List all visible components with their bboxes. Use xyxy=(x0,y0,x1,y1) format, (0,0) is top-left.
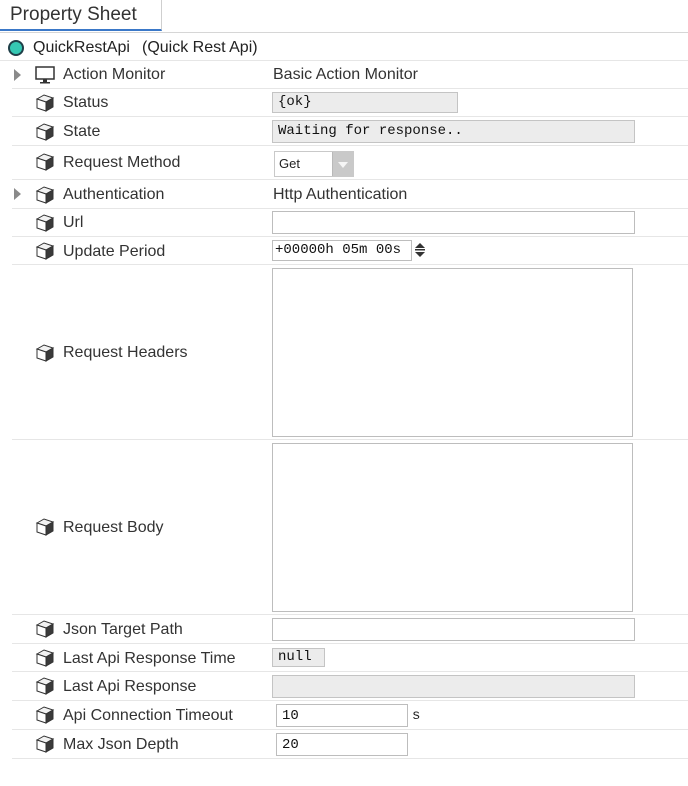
slot-cube-icon xyxy=(36,649,54,667)
time-spinner-icon[interactable] xyxy=(414,242,426,258)
property-row-request-method: Request Method Get xyxy=(12,146,688,180)
action-monitor-value: Basic Action Monitor xyxy=(273,66,418,83)
slot-cube-icon xyxy=(36,620,54,638)
property-label: Request Headers xyxy=(63,344,188,361)
expand-triangle-icon[interactable] xyxy=(14,188,21,200)
property-row-request-headers: Request Headers xyxy=(12,265,688,440)
status-field: {ok} xyxy=(272,92,458,113)
request-body-textarea[interactable] xyxy=(272,443,633,612)
property-label: Url xyxy=(63,214,84,231)
slot-cube-icon xyxy=(36,123,54,141)
slot-cube-icon xyxy=(36,344,54,362)
authentication-value: Http Authentication xyxy=(273,186,408,203)
state-field: Waiting for response.. xyxy=(272,120,635,143)
slot-cube-icon xyxy=(36,518,54,536)
property-label: Request Method xyxy=(63,154,181,171)
request-headers-textarea[interactable] xyxy=(272,268,633,437)
request-method-selected: Get xyxy=(279,156,300,171)
property-row-action-monitor[interactable]: Action Monitor Basic Action Monitor xyxy=(12,61,688,89)
slot-cube-icon xyxy=(36,153,54,171)
property-label: Request Body xyxy=(63,519,164,536)
monitor-icon xyxy=(35,66,55,84)
property-label: Update Period xyxy=(63,243,166,260)
url-input[interactable] xyxy=(272,211,635,234)
status-circle-icon xyxy=(8,40,24,56)
property-row-update-period: Update Period +00000h 05m 00s xyxy=(12,237,688,265)
update-period-field[interactable]: +00000h 05m 00s xyxy=(272,240,412,261)
property-row-url: Url xyxy=(12,209,688,237)
property-label: Last Api Response xyxy=(63,678,197,695)
property-label: Status xyxy=(63,94,109,111)
api-connection-timeout-input[interactable] xyxy=(276,704,408,727)
root-component-name: QuickRestApi xyxy=(33,39,130,56)
chevron-down-icon[interactable] xyxy=(332,152,353,176)
root-component-type: (Quick Rest Api) xyxy=(142,39,258,56)
slot-cube-icon xyxy=(36,242,54,260)
slot-cube-icon xyxy=(36,186,54,204)
root-component-row[interactable]: QuickRestApi (Quick Rest Api) xyxy=(0,36,688,61)
property-label: Authentication xyxy=(63,186,165,203)
max-json-depth-input[interactable] xyxy=(276,733,408,756)
request-method-select[interactable]: Get xyxy=(274,151,354,177)
property-row-request-body: Request Body xyxy=(12,440,688,615)
property-label: Last Api Response Time xyxy=(63,650,236,667)
json-target-path-input[interactable] xyxy=(272,618,635,641)
property-row-last-api-response-time: Last Api Response Time null xyxy=(12,644,688,672)
slot-cube-icon xyxy=(36,706,54,724)
property-label: State xyxy=(63,123,101,140)
tab-bar: Property Sheet xyxy=(0,0,688,33)
slot-cube-icon xyxy=(36,735,54,753)
tab-property-sheet[interactable]: Property Sheet xyxy=(0,0,162,31)
property-row-state: State Waiting for response.. xyxy=(12,117,688,146)
last-api-response-time-field: null xyxy=(272,648,325,667)
slot-cube-icon xyxy=(36,94,54,112)
slot-cube-icon xyxy=(36,214,54,232)
property-row-max-json-depth: Max Json Depth xyxy=(12,730,688,759)
property-label: Max Json Depth xyxy=(63,736,179,753)
timeout-unit: s xyxy=(412,708,421,724)
property-label: Api Connection Timeout xyxy=(63,707,233,724)
last-api-response-field xyxy=(272,675,635,698)
property-row-api-connection-timeout: Api Connection Timeout s xyxy=(12,701,688,730)
slot-cube-icon xyxy=(36,677,54,695)
expand-triangle-icon[interactable] xyxy=(14,69,21,81)
property-row-last-api-response: Last Api Response xyxy=(12,672,688,701)
property-label: Action Monitor xyxy=(63,66,166,83)
property-row-status: Status {ok} xyxy=(12,89,688,117)
property-row-json-target-path: Json Target Path xyxy=(12,615,688,644)
property-row-authentication[interactable]: Authentication Http Authentication xyxy=(12,180,688,209)
property-label: Json Target Path xyxy=(63,621,183,638)
